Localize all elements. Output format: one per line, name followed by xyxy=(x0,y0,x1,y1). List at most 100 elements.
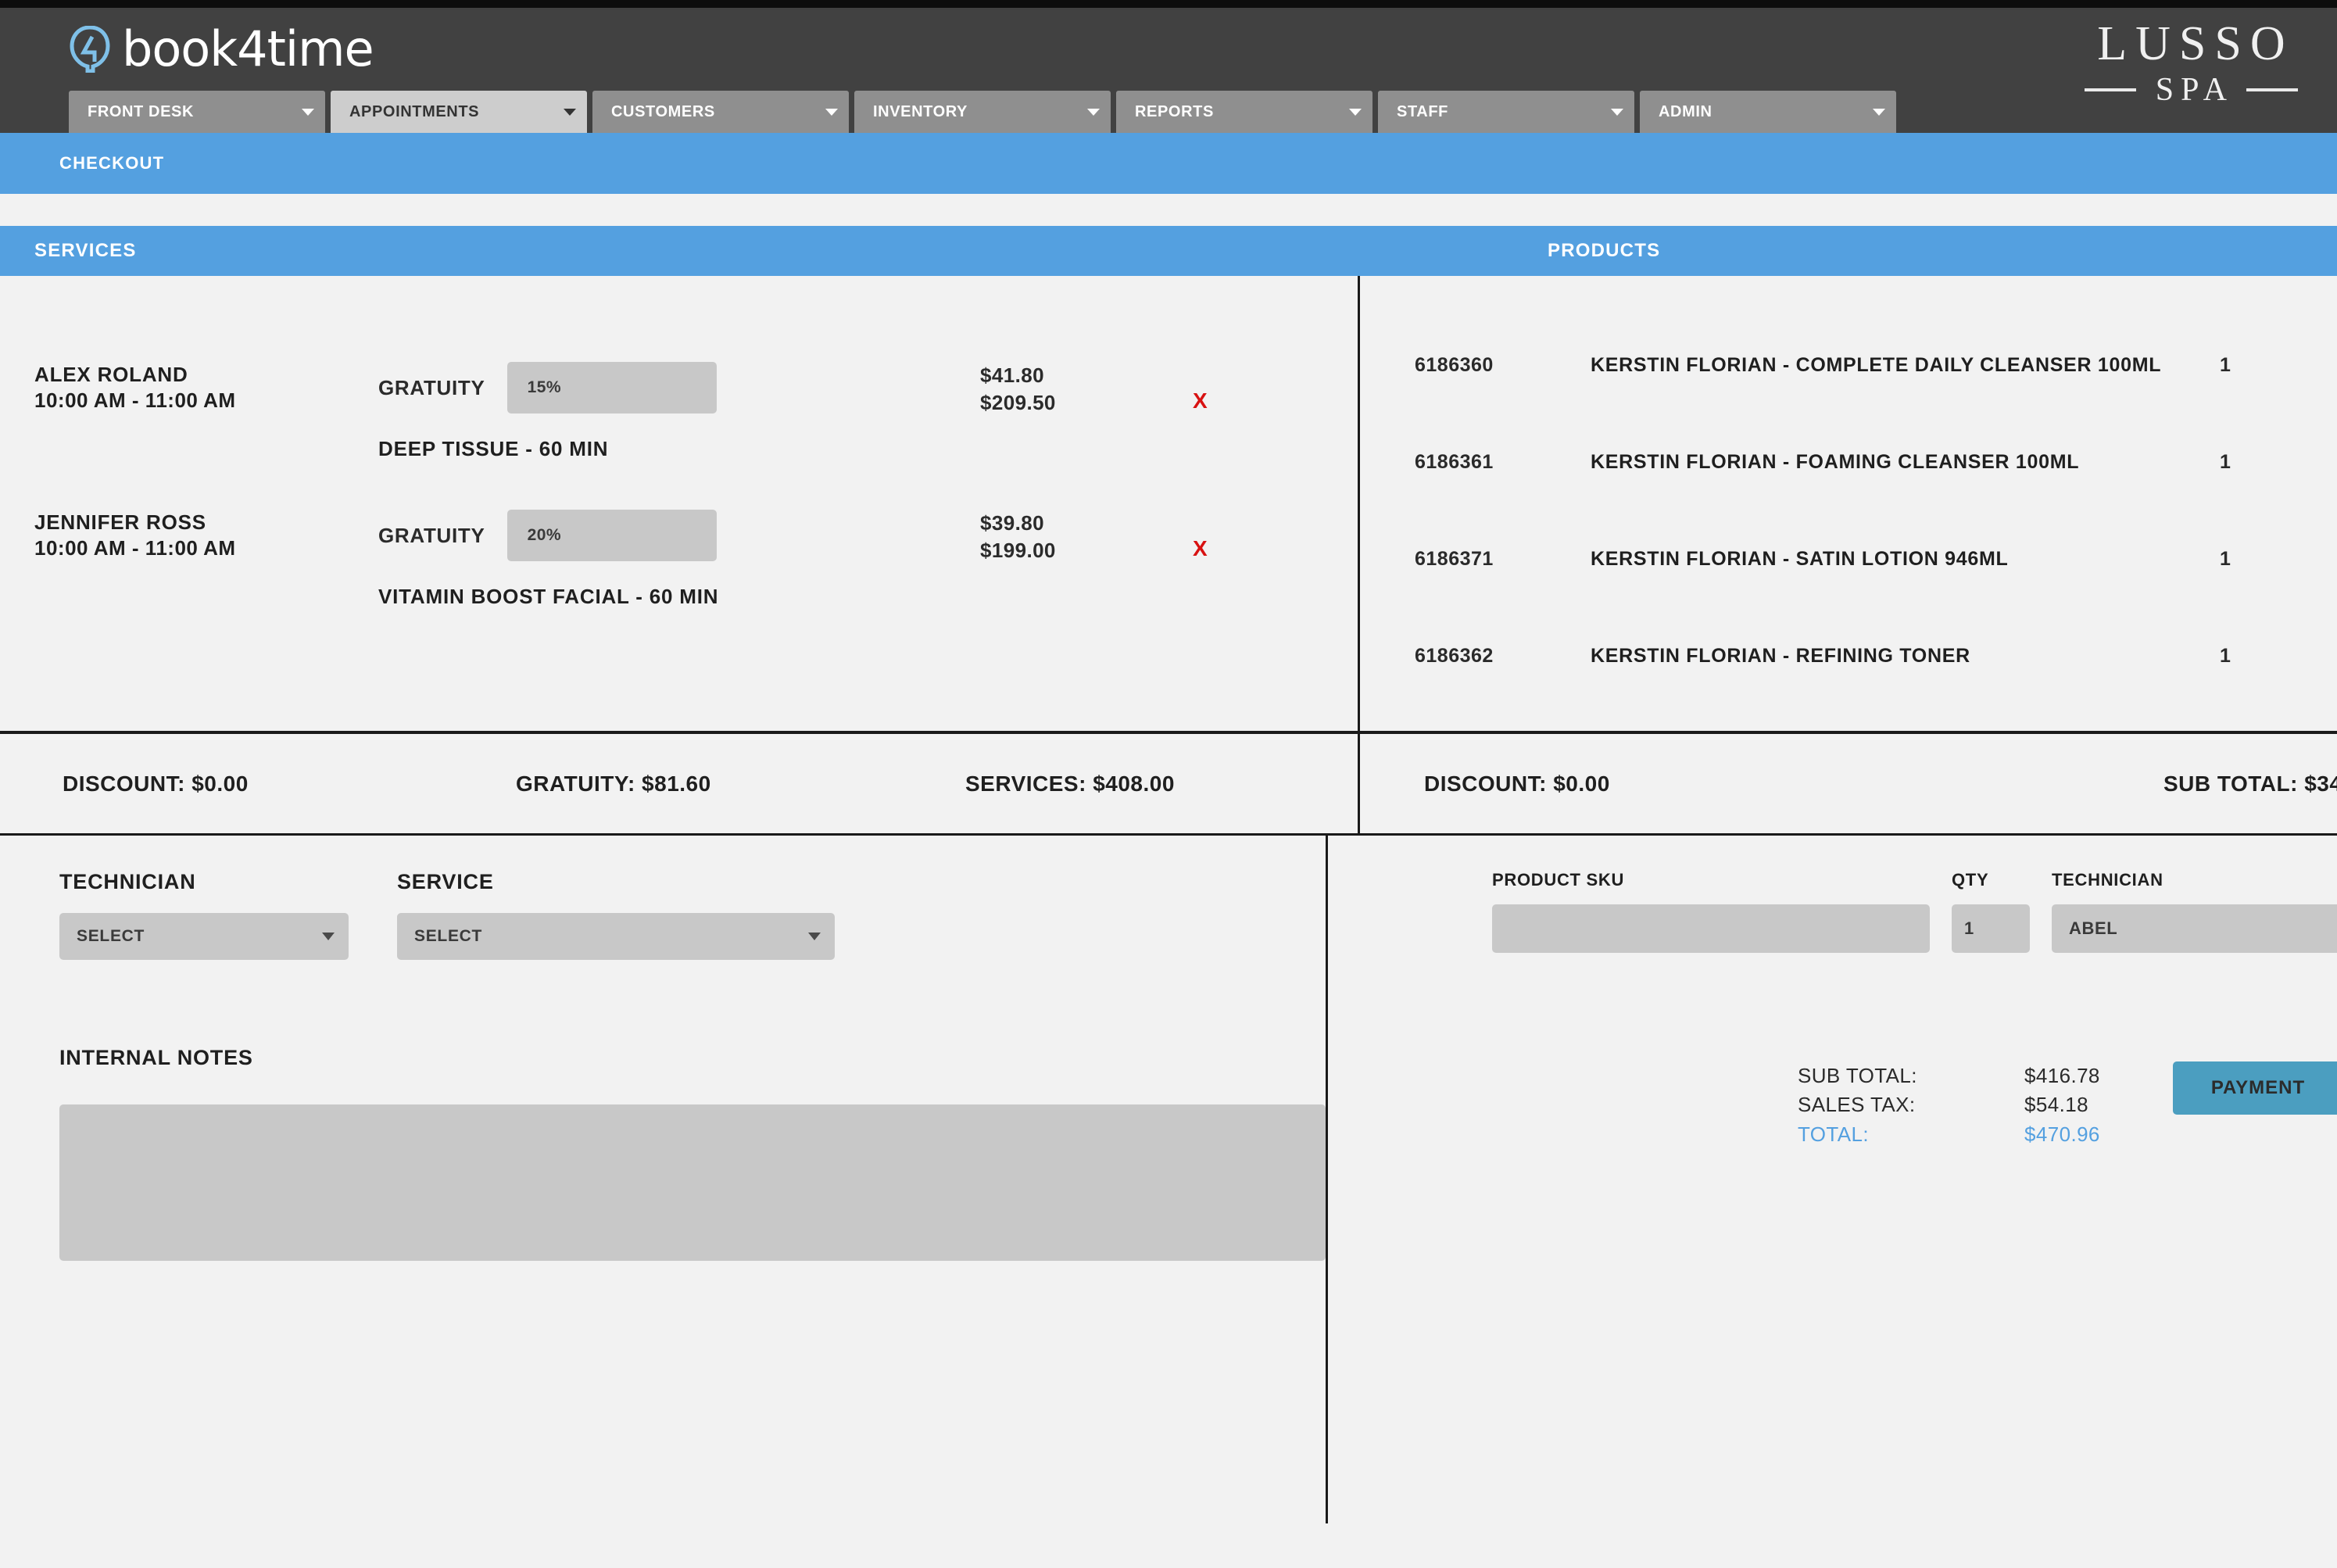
product-sku-input[interactable] xyxy=(1492,904,1930,953)
nav-tab-customers[interactable]: CUSTOMERS xyxy=(592,91,849,133)
order-summary: SUB TOTAL: SALES TAX: TOTAL: $416.78 $54… xyxy=(1798,1061,2337,1149)
services-discount-total: DISCOUNT: $0.00 xyxy=(63,771,249,797)
service-detail-block: GRATUITY DEEP TISSUE - 60 MIN xyxy=(378,362,980,461)
chevron-down-icon xyxy=(322,933,335,940)
service-name: DEEP TISSUE - 60 MIN xyxy=(378,437,980,461)
product-add-form: PRODUCT SKU QTY TECHNICIAN xyxy=(1328,836,2337,1523)
service-customer-name: ALEX ROLAND xyxy=(34,362,378,388)
product-qty: 1 xyxy=(2220,645,2337,668)
product-sku: 6186371 xyxy=(1415,548,1591,571)
sales-tax-label: SALES TAX: xyxy=(1798,1090,2024,1119)
product-qty-input[interactable] xyxy=(1952,904,2030,953)
chevron-down-icon xyxy=(1873,109,1885,116)
products-discount-total: DISCOUNT: $0.00 xyxy=(1424,771,1610,797)
internal-notes-label: INTERNAL NOTES xyxy=(59,1046,1326,1070)
nav-tab-label: INVENTORY xyxy=(873,103,968,121)
products-totals: DISCOUNT: $0.00 SUB TOTAL: $345. xyxy=(1360,734,2337,833)
nav-tab-label: CUSTOMERS xyxy=(611,103,715,121)
nav-tab-label: APPOINTMENTS xyxy=(349,103,479,121)
summary-values: $416.78 $54.18 $470.96 xyxy=(2024,1061,2165,1149)
products-list: 6186360 KERSTIN FLORIAN - COMPLETE DAILY… xyxy=(1360,276,2337,731)
product-row: 6186362 KERSTIN FLORIAN - REFINING TONER… xyxy=(1360,607,2337,704)
product-sku: 6186361 xyxy=(1415,451,1591,474)
nav-tab-appointments[interactable]: APPOINTMENTS xyxy=(331,91,587,133)
services-section-header: SERVICES xyxy=(0,226,1360,276)
technician-select[interactable]: SELECT xyxy=(59,913,349,960)
chevron-down-icon xyxy=(1611,109,1623,116)
items-split: ALEX ROLAND 10:00 AM - 11:00 AM GRATUITY… xyxy=(0,276,2337,731)
products-section-header: PRODUCTS xyxy=(1360,226,2337,276)
lower-forms: TECHNICIAN SERVICE SELECT SELECT INTERNA… xyxy=(0,836,2337,1523)
nav-tab-label: STAFF xyxy=(1397,103,1448,121)
nav-tab-front-desk[interactable]: FRONT DESK xyxy=(69,91,325,133)
spa-logo-line2: SPA xyxy=(2149,71,2234,109)
service-gratuity-amount: $39.80 xyxy=(980,510,1176,537)
service-detail-block: GRATUITY VITAMIN BOOST FACIAL - 60 MIN xyxy=(378,510,980,609)
brand-logo: book4time xyxy=(69,25,374,73)
summary-labels: SUB TOTAL: SALES TAX: TOTAL: xyxy=(1798,1061,2024,1149)
section-header-bar: SERVICES PRODUCTS xyxy=(0,226,2337,276)
chevron-down-icon xyxy=(564,109,576,116)
service-gratuity-amount: $41.80 xyxy=(980,362,1176,389)
chevron-down-icon xyxy=(808,933,821,940)
spa-logo-dash-left xyxy=(2085,88,2136,91)
gratuity-label: GRATUITY xyxy=(378,376,485,400)
nav-tab-label: FRONT DESK xyxy=(88,103,194,121)
remove-service-button[interactable]: X xyxy=(1176,362,1208,413)
product-row: 6186360 KERSTIN FLORIAN - COMPLETE DAILY… xyxy=(1360,317,2337,413)
chevron-down-icon xyxy=(825,109,838,116)
product-qty: 1 xyxy=(2220,354,2337,377)
nav-tab-label: ADMIN xyxy=(1659,103,1712,121)
products-sub-total: SUB TOTAL: $345. xyxy=(2163,771,2337,797)
service-customer-block: JENNIFER ROSS 10:00 AM - 11:00 AM xyxy=(34,510,378,562)
page-title: CHECKOUT xyxy=(59,153,164,174)
technician-select-value: SELECT xyxy=(77,927,145,946)
sub-total-label: SUB TOTAL: xyxy=(1798,1061,2024,1090)
service-label: SERVICE xyxy=(397,870,835,894)
service-row: ALEX ROLAND 10:00 AM - 11:00 AM GRATUITY… xyxy=(0,276,1358,461)
spa-logo-dash-right xyxy=(2246,88,2298,91)
product-name: KERSTIN FLORIAN - REFINING TONER xyxy=(1591,645,2220,668)
service-price-block: $39.80 $199.00 xyxy=(980,510,1176,564)
product-sku: 6186360 xyxy=(1415,354,1591,377)
chevron-down-icon xyxy=(302,109,314,116)
service-time: 10:00 AM - 11:00 AM xyxy=(34,535,378,561)
checkout-bar: CHECKOUT xyxy=(0,133,2337,194)
service-customer-name: JENNIFER ROSS xyxy=(34,510,378,535)
service-add-form: TECHNICIAN SERVICE SELECT SELECT INTERNA… xyxy=(0,836,1328,1523)
product-qty-label: QTY xyxy=(1952,870,2030,890)
product-technician-input[interactable] xyxy=(2052,904,2337,953)
total-value: $470.96 xyxy=(2024,1120,2165,1149)
spa-logo-line1: LUSSO xyxy=(2085,19,2298,70)
product-row: 6186371 KERSTIN FLORIAN - SATIN LOTION 9… xyxy=(1360,510,2337,607)
remove-service-button[interactable]: X xyxy=(1176,510,1208,561)
nav-tab-inventory[interactable]: INVENTORY xyxy=(854,91,1111,133)
product-qty: 1 xyxy=(2220,451,2337,474)
main-nav: FRONT DESK APPOINTMENTS CUSTOMERS INVENT… xyxy=(69,91,1896,133)
spa-logo: LUSSO SPA xyxy=(2085,19,2298,109)
service-select[interactable]: SELECT xyxy=(397,913,835,960)
services-gratuity-total: GRATUITY: $81.60 xyxy=(516,771,711,797)
nav-tab-admin[interactable]: ADMIN xyxy=(1640,91,1896,133)
top-black-strip xyxy=(0,0,2337,8)
product-sku: 6186362 xyxy=(1415,645,1591,668)
spacer-band xyxy=(0,194,2337,226)
totals-band: DISCOUNT: $0.00 GRATUITY: $81.60 SERVICE… xyxy=(0,731,2337,836)
product-name: KERSTIN FLORIAN - SATIN LOTION 946ML xyxy=(1591,548,2220,571)
product-name: KERSTIN FLORIAN - COMPLETE DAILY CLEANSE… xyxy=(1591,354,2220,377)
gratuity-input[interactable] xyxy=(507,510,717,561)
gratuity-input[interactable] xyxy=(507,362,717,413)
book4time-mark-icon xyxy=(69,26,111,73)
gratuity-label: GRATUITY xyxy=(378,524,485,548)
nav-tab-reports[interactable]: REPORTS xyxy=(1116,91,1372,133)
product-sku-field: PRODUCT SKU xyxy=(1492,870,1930,953)
nav-tab-staff[interactable]: STAFF xyxy=(1378,91,1634,133)
chevron-down-icon xyxy=(1087,109,1100,116)
service-select-value: SELECT xyxy=(414,927,482,946)
app-header: book4time LUSSO SPA FRONT DESK APPOINTME… xyxy=(0,8,2337,133)
product-row: 6186361 KERSTIN FLORIAN - FOAMING CLEANS… xyxy=(1360,413,2337,510)
internal-notes-input[interactable] xyxy=(59,1104,1326,1261)
nav-tab-label: REPORTS xyxy=(1135,103,1214,121)
service-price: $209.50 xyxy=(980,389,1176,417)
payment-button[interactable]: PAYMENT xyxy=(2173,1061,2337,1115)
